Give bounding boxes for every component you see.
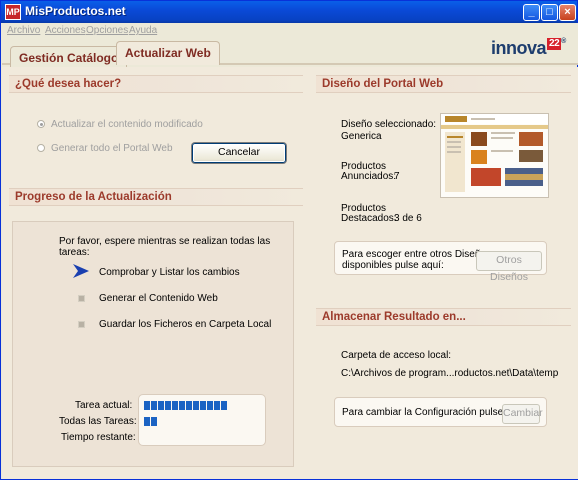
- progress-block: [144, 417, 150, 426]
- progress-block: [221, 401, 227, 410]
- title-bar[interactable]: MP MisProductos.net _ □ ×: [1, 1, 577, 23]
- cambiar-button[interactable]: Cambiar: [502, 404, 543, 424]
- step-generar: Generar el Contenido Web: [99, 293, 218, 304]
- step-pending-icon: [78, 321, 85, 328]
- option-generar-todo[interactable]: Generar todo el Portal Web: [37, 143, 173, 154]
- radio-selected-icon[interactable]: [37, 120, 45, 128]
- step-guardar: Guardar los Ficheros en Carpeta Local: [99, 319, 272, 330]
- diseno-seleccionado-value: Generica: [341, 131, 382, 142]
- logo-text: innova: [491, 38, 547, 58]
- choose-design-text-line2: disponibles pulse aquí:: [342, 260, 444, 271]
- progress-block: [165, 401, 171, 410]
- close-button[interactable]: ×: [559, 4, 576, 21]
- tab-gestion-catalogo[interactable]: Gestión Catálogo: [10, 46, 128, 68]
- progress-block: [179, 401, 185, 410]
- anunciados-value: 7: [394, 171, 400, 182]
- menu-archivo[interactable]: Archivo: [7, 25, 40, 36]
- progress-block: [151, 401, 157, 410]
- diseno-heading: Diseño del Portal Web: [316, 75, 571, 93]
- right-panel: Diseño del Portal Web Diseño seleccionad…: [316, 71, 571, 473]
- app-window: MP MisProductos.net _ □ × Archivo Accion…: [0, 0, 578, 480]
- radio-icon[interactable]: [37, 144, 45, 152]
- progress-box: Por favor, espere mientras se realizan t…: [12, 221, 294, 467]
- app-icon[interactable]: MP: [5, 4, 21, 20]
- minimize-button[interactable]: _: [523, 4, 540, 21]
- tarea-actual-progress: [144, 401, 227, 410]
- diseno-seleccionado-label: Diseño seleccionado:: [341, 119, 437, 130]
- option-actualizar-label: Actualizar el contenido modificado: [51, 119, 203, 130]
- window-title: MisProductos.net: [25, 4, 126, 18]
- progress-block: [214, 401, 220, 410]
- progress-block: [144, 401, 150, 410]
- option-actualizar-contenido[interactable]: Actualizar el contenido modificado: [37, 119, 203, 130]
- content-area: ¿Qué desea hacer? Actualizar el contenid…: [2, 67, 578, 479]
- tab-actualizar-web[interactable]: Actualizar Web: [116, 41, 220, 65]
- todas-tareas-progress: [144, 417, 157, 426]
- logo-number: 22: [547, 38, 562, 50]
- left-panel: ¿Qué desea hacer? Actualizar el contenid…: [9, 71, 303, 473]
- maximize-button[interactable]: □: [541, 4, 558, 21]
- destacados-value: 3 de 6: [394, 213, 422, 224]
- cancel-button[interactable]: Cancelar: [192, 143, 286, 163]
- design-preview-thumbnail: [440, 113, 549, 198]
- innova-logo: innova 22 ®: [491, 38, 566, 59]
- step-comprobar: Comprobar y Listar los cambios: [99, 267, 240, 278]
- option-generar-label: Generar todo el Portal Web: [51, 143, 173, 154]
- tarea-actual-label: Tarea actual:: [75, 400, 133, 411]
- otros-disenos-button[interactable]: Otros Diseños: [476, 251, 542, 283]
- progress-block: [193, 401, 199, 410]
- current-step-arrow-icon: [73, 264, 89, 278]
- progress-block: [172, 401, 178, 410]
- progress-message: Por favor, espere mientras se realizan t…: [59, 236, 271, 258]
- menu-bar: Archivo Acciones Opciones Ayuda: [2, 23, 578, 39]
- choose-design-text-line1: Para escoger entre otros Diseños: [342, 249, 491, 260]
- menu-opciones[interactable]: Opciones: [86, 25, 128, 36]
- carpeta-label: Carpeta de acceso local:: [341, 350, 452, 361]
- menu-ayuda[interactable]: Ayuda: [129, 25, 157, 36]
- todas-tareas-label: Todas las Tareas:: [59, 416, 137, 427]
- progress-block: [151, 417, 157, 426]
- step-pending-icon: [78, 295, 85, 302]
- almacenar-heading: Almacenar Resultado en...: [316, 308, 571, 326]
- progreso-heading: Progreso de la Actualización: [9, 188, 303, 206]
- anunciados-label-line2: Anunciados:: [341, 171, 397, 182]
- carpeta-path: C:\Archivos de program...roductos.net\Da…: [341, 368, 559, 379]
- que-hacer-heading: ¿Qué desea hacer?: [9, 75, 303, 93]
- tiempo-restante-label: Tiempo restante:: [61, 432, 136, 443]
- design-preview-image: [441, 114, 548, 197]
- logo-registered: ®: [561, 38, 566, 45]
- config-text: Para cambiar la Configuración pulse aquí…: [342, 407, 529, 418]
- progress-block: [158, 401, 164, 410]
- menu-acciones[interactable]: Acciones: [45, 25, 86, 36]
- progress-block: [200, 401, 206, 410]
- progress-block: [186, 401, 192, 410]
- destacados-label-line2: Destacados:: [341, 213, 397, 224]
- progress-block: [207, 401, 213, 410]
